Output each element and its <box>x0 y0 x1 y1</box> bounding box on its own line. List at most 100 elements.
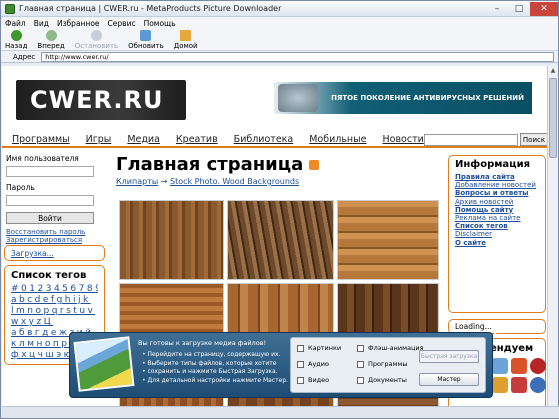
app-icon-chart[interactable] <box>492 377 508 393</box>
stop-button[interactable]: Остановить <box>75 30 118 50</box>
checkbox-images[interactable]: Картинки <box>297 344 341 352</box>
popup-step: Выберите типы файлов, которые хотите <box>142 360 288 369</box>
popup-steps: Перейдите на страницу, содержащую их. Вы… <box>142 351 288 385</box>
login-button[interactable]: Войти <box>6 212 94 224</box>
checkbox-icon <box>297 376 304 384</box>
password-label: Пароль <box>6 183 35 192</box>
checkbox-video[interactable]: Видео <box>297 376 329 384</box>
forward-arrow-icon <box>45 30 57 41</box>
info-link-ads[interactable]: Реклама на сайте <box>455 214 539 222</box>
checkbox-flash[interactable]: Флэш-анимация <box>357 344 424 352</box>
menu-view[interactable]: Вид <box>34 19 49 28</box>
quick-download-button[interactable]: Быстрая загрузка <box>419 350 479 363</box>
ad-banner[interactable]: ПЯТОЕ ПОКОЛЕНИЕ АНТИВИРУСНЫХ РЕШЕНИЙ <box>274 82 532 114</box>
info-link-help[interactable]: Помощь сайту <box>455 206 539 214</box>
download-popup: Вы готовы к загрузке медиа файлов! Перей… <box>69 329 499 398</box>
password-input[interactable] <box>6 195 94 206</box>
window-title: Главная страница | CWER.ru - MetaProduct… <box>19 4 282 13</box>
app-icon-eye[interactable] <box>492 358 508 374</box>
title-bar: Главная страница | CWER.ru - MetaProduct… <box>1 1 558 17</box>
toolbar: Назад Вперед Остановить Обновить Домой <box>1 29 558 51</box>
main-column: Главная страница Клипарты → Stock Photo.… <box>116 154 441 186</box>
app-icon-firefox[interactable] <box>511 358 527 374</box>
tag-list-title: Список тегов <box>11 270 87 281</box>
restore-password-link[interactable]: Восстановить пароль <box>6 228 102 236</box>
register-link[interactable]: Зарегистрироваться <box>6 236 102 244</box>
close-button[interactable]: ✕ <box>530 1 558 16</box>
vertical-scrollbar[interactable]: ▲ ▼ <box>547 66 558 418</box>
wood-thumbnail[interactable] <box>337 200 439 280</box>
app-icon-disc[interactable] <box>530 377 546 393</box>
refresh-label: Обновить <box>128 42 164 50</box>
popup-close-icon[interactable]: ✕ <box>492 329 502 339</box>
nav-news[interactable]: Новости <box>383 134 424 145</box>
checkbox-documents[interactable]: Документы <box>357 376 407 384</box>
tag-row[interactable]: abcdefghijk <box>11 295 98 306</box>
breadcrumb-arrow: → <box>160 177 168 186</box>
info-link-disclaimer[interactable]: Disclaimer <box>455 230 539 238</box>
rss-icon[interactable] <box>309 159 320 170</box>
app-icon-opera[interactable] <box>530 358 546 374</box>
nav-creative[interactable]: Креатив <box>176 134 218 145</box>
refresh-button[interactable]: Обновить <box>128 30 164 50</box>
home-icon <box>180 30 192 41</box>
nav-games[interactable]: Игры <box>86 134 112 145</box>
back-arrow-icon <box>10 30 22 41</box>
nav-mobile[interactable]: Мобильные <box>309 134 366 145</box>
checkbox-label: Аудио <box>308 360 329 368</box>
maximize-button[interactable]: □ <box>508 2 530 16</box>
menu-tools[interactable]: Сервис <box>108 19 136 28</box>
address-input[interactable]: http://www.cwer.ru/ <box>41 51 554 62</box>
info-link-faq[interactable]: Вопросы и ответы <box>455 189 539 197</box>
app-icon-media[interactable] <box>511 377 527 393</box>
logo-text: CWER.RU <box>30 86 164 114</box>
username-input[interactable] <box>6 166 94 177</box>
site-header: CWER.RU ПЯТОЕ ПОКОЛЕНИЕ АНТИВИРУСНЫХ РЕШ… <box>2 66 547 128</box>
master-button[interactable]: Мастер <box>419 373 479 386</box>
info-link-add-news[interactable]: Добавление новостей <box>455 181 539 189</box>
popup-step: Перейдите на страницу, содержащую их. <box>142 351 288 360</box>
minimize-button[interactable]: – <box>486 2 508 16</box>
home-label: Домой <box>173 42 198 50</box>
checkbox-audio[interactable]: Аудио <box>297 360 329 368</box>
app-icon <box>5 3 15 14</box>
nav-library[interactable]: Библиотека <box>234 134 294 145</box>
checkbox-icon <box>297 360 304 368</box>
search-input[interactable] <box>424 134 518 146</box>
info-link-rules[interactable]: Правила сайта <box>455 173 539 181</box>
nav-media[interactable]: Медиа <box>127 134 160 145</box>
info-link-archive[interactable]: Архив новостей <box>455 198 539 206</box>
site-nav: Программы Игры Медиа Креатив Библиотека … <box>2 132 547 148</box>
info-box: Информация Правила сайта Добавление ново… <box>448 155 546 313</box>
checkbox-label: Программы <box>368 360 408 368</box>
menu-help[interactable]: Помощь <box>144 19 176 28</box>
info-link-about[interactable]: О сайте <box>455 239 539 247</box>
checkbox-icon <box>357 344 364 352</box>
stop-icon <box>90 30 102 41</box>
checkbox-programs[interactable]: Программы <box>357 360 407 368</box>
scroll-thumb[interactable] <box>549 78 557 158</box>
breadcrumb-article[interactable]: Stock Photo. Wood Backgrounds <box>170 177 299 186</box>
checkbox-label: Документы <box>368 376 407 384</box>
tag-row[interactable]: #0123456789 <box>11 284 98 295</box>
file-type-panel: Картинки Флэш-анимация Аудио Программы В… <box>290 337 486 393</box>
back-button[interactable]: Назад <box>5 30 27 50</box>
menu-file[interactable]: Файл <box>5 19 26 28</box>
search-button[interactable]: Поиск <box>520 133 547 146</box>
nav-programs[interactable]: Программы <box>12 134 70 145</box>
tag-row[interactable]: wxyzЦ <box>11 317 98 328</box>
breadcrumb-clipart[interactable]: Клипарты <box>116 177 158 186</box>
forward-button[interactable]: Вперед <box>37 30 65 50</box>
wood-thumbnail[interactable] <box>119 200 224 280</box>
address-bar: Адрес http://www.cwer.ru/ <box>1 51 558 63</box>
home-button[interactable]: Домой <box>174 30 198 50</box>
loading-link[interactable]: Загрузка... <box>11 249 54 258</box>
tag-row[interactable]: lmnopqrstuv <box>11 306 98 317</box>
ad-image <box>278 84 318 112</box>
forward-label: Вперед <box>37 42 65 50</box>
scroll-up-icon[interactable]: ▲ <box>549 67 557 76</box>
menu-favorites[interactable]: Избранное <box>57 19 100 28</box>
wood-thumbnail[interactable] <box>227 200 334 280</box>
site-logo[interactable]: CWER.RU <box>16 80 186 120</box>
info-link-tags[interactable]: Список тегов <box>455 222 539 230</box>
